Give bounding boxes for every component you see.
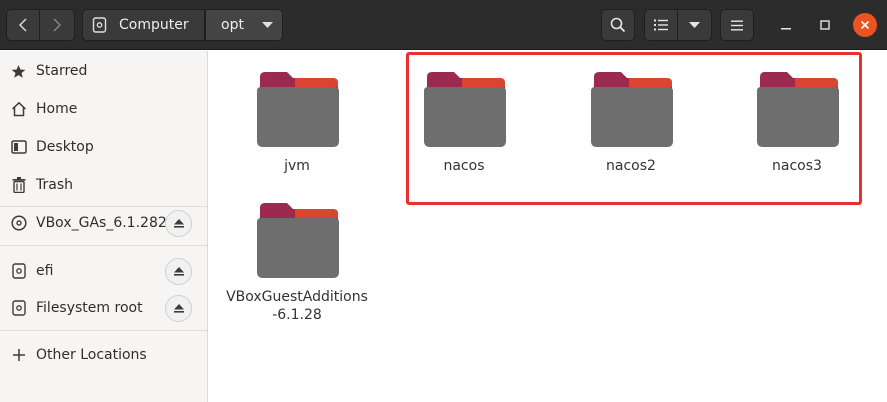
eject-button[interactable] bbox=[165, 209, 192, 237]
eject-icon bbox=[173, 266, 184, 276]
folder-item-vboxguestadditions[interactable]: VBoxGuestAdditions-6.1.28 bbox=[222, 200, 372, 340]
close-icon bbox=[860, 20, 870, 30]
chevron-right-icon bbox=[53, 18, 61, 32]
sidebar-item-desktop[interactable]: Desktop bbox=[0, 129, 207, 165]
view-options-button[interactable] bbox=[678, 9, 712, 41]
optical-disc-icon bbox=[10, 215, 27, 232]
eject-button[interactable] bbox=[165, 257, 192, 285]
folder-item-nacos3[interactable]: nacos3 bbox=[722, 69, 872, 199]
sidebar-item-label: Starred bbox=[36, 63, 88, 79]
path-bar-current[interactable]: opt bbox=[205, 9, 283, 41]
drive-icon bbox=[10, 263, 27, 280]
maximize-button[interactable] bbox=[813, 13, 837, 37]
drive-icon bbox=[10, 300, 27, 317]
sidebar: Starred Home Desktop Trash VBox_GAs_6.1.… bbox=[0, 51, 208, 402]
sidebar-item-label: efi bbox=[36, 263, 54, 279]
menu-button[interactable] bbox=[720, 9, 754, 41]
sidebar-divider bbox=[0, 245, 207, 246]
maximize-icon bbox=[820, 20, 830, 30]
eject-button[interactable] bbox=[165, 294, 192, 322]
sidebar-item-label: VBox_GAs_6.1.282 bbox=[36, 215, 167, 231]
header-bar: Computer opt bbox=[0, 0, 887, 50]
sidebar-item-home[interactable]: Home bbox=[0, 91, 207, 127]
eject-icon bbox=[173, 218, 184, 228]
folder-item-jvm[interactable]: jvm bbox=[222, 69, 372, 199]
chevron-left-icon bbox=[19, 18, 27, 32]
trash-icon bbox=[10, 177, 27, 194]
path-bar-computer[interactable]: Computer bbox=[82, 9, 205, 41]
view-toggle-button[interactable] bbox=[644, 9, 678, 41]
path-current-label: opt bbox=[221, 17, 244, 33]
drive-icon bbox=[92, 17, 107, 33]
sidebar-item-starred[interactable]: Starred bbox=[0, 53, 207, 89]
folder-icon bbox=[591, 72, 673, 147]
forward-button[interactable] bbox=[40, 9, 75, 41]
sidebar-item-label: Trash bbox=[36, 177, 73, 193]
desktop-icon bbox=[10, 139, 27, 156]
minimize-button[interactable] bbox=[774, 13, 798, 37]
folder-icon bbox=[424, 72, 506, 147]
folder-icon bbox=[757, 72, 839, 147]
home-icon bbox=[10, 101, 27, 118]
back-button[interactable] bbox=[6, 9, 40, 41]
plus-icon bbox=[10, 347, 27, 364]
sidebar-item-label: Desktop bbox=[36, 139, 94, 155]
file-name: nacos bbox=[443, 158, 485, 174]
sidebar-item-efi[interactable]: efi bbox=[0, 253, 207, 289]
search-button[interactable] bbox=[601, 9, 635, 41]
eject-icon bbox=[173, 303, 184, 313]
sidebar-item-vbox-gas[interactable]: VBox_GAs_6.1.282 bbox=[0, 205, 207, 241]
star-icon bbox=[10, 63, 27, 80]
minimize-icon bbox=[781, 28, 791, 30]
sidebar-item-label: Home bbox=[36, 101, 78, 117]
file-grid: jvm nacos nacos2 nacos3 VBoxGuestAdditio… bbox=[209, 51, 887, 402]
hamburger-menu-icon bbox=[731, 20, 743, 30]
folder-icon bbox=[257, 203, 339, 278]
file-name: jvm bbox=[284, 158, 310, 174]
list-view-icon bbox=[654, 19, 668, 31]
chevron-down-icon bbox=[689, 21, 700, 28]
folder-item-nacos2[interactable]: nacos2 bbox=[556, 69, 706, 199]
sidebar-item-label: Other Locations bbox=[36, 347, 147, 363]
file-name: nacos2 bbox=[606, 158, 656, 174]
search-icon bbox=[610, 17, 626, 33]
sidebar-item-other-locations[interactable]: Other Locations bbox=[0, 337, 207, 373]
path-root-label: Computer bbox=[119, 17, 189, 33]
close-button[interactable] bbox=[853, 13, 877, 37]
sidebar-divider bbox=[0, 330, 207, 331]
folder-item-nacos[interactable]: nacos bbox=[389, 69, 539, 199]
sidebar-item-label: Filesystem root bbox=[36, 300, 143, 316]
file-name: nacos3 bbox=[772, 158, 822, 174]
folder-icon bbox=[257, 72, 339, 147]
file-name: VBoxGuestAdditions-6.1.28 bbox=[226, 289, 368, 323]
sidebar-item-trash[interactable]: Trash bbox=[0, 167, 207, 203]
sidebar-item-filesystem-root[interactable]: Filesystem root bbox=[0, 290, 207, 326]
chevron-down-icon bbox=[261, 21, 273, 28]
